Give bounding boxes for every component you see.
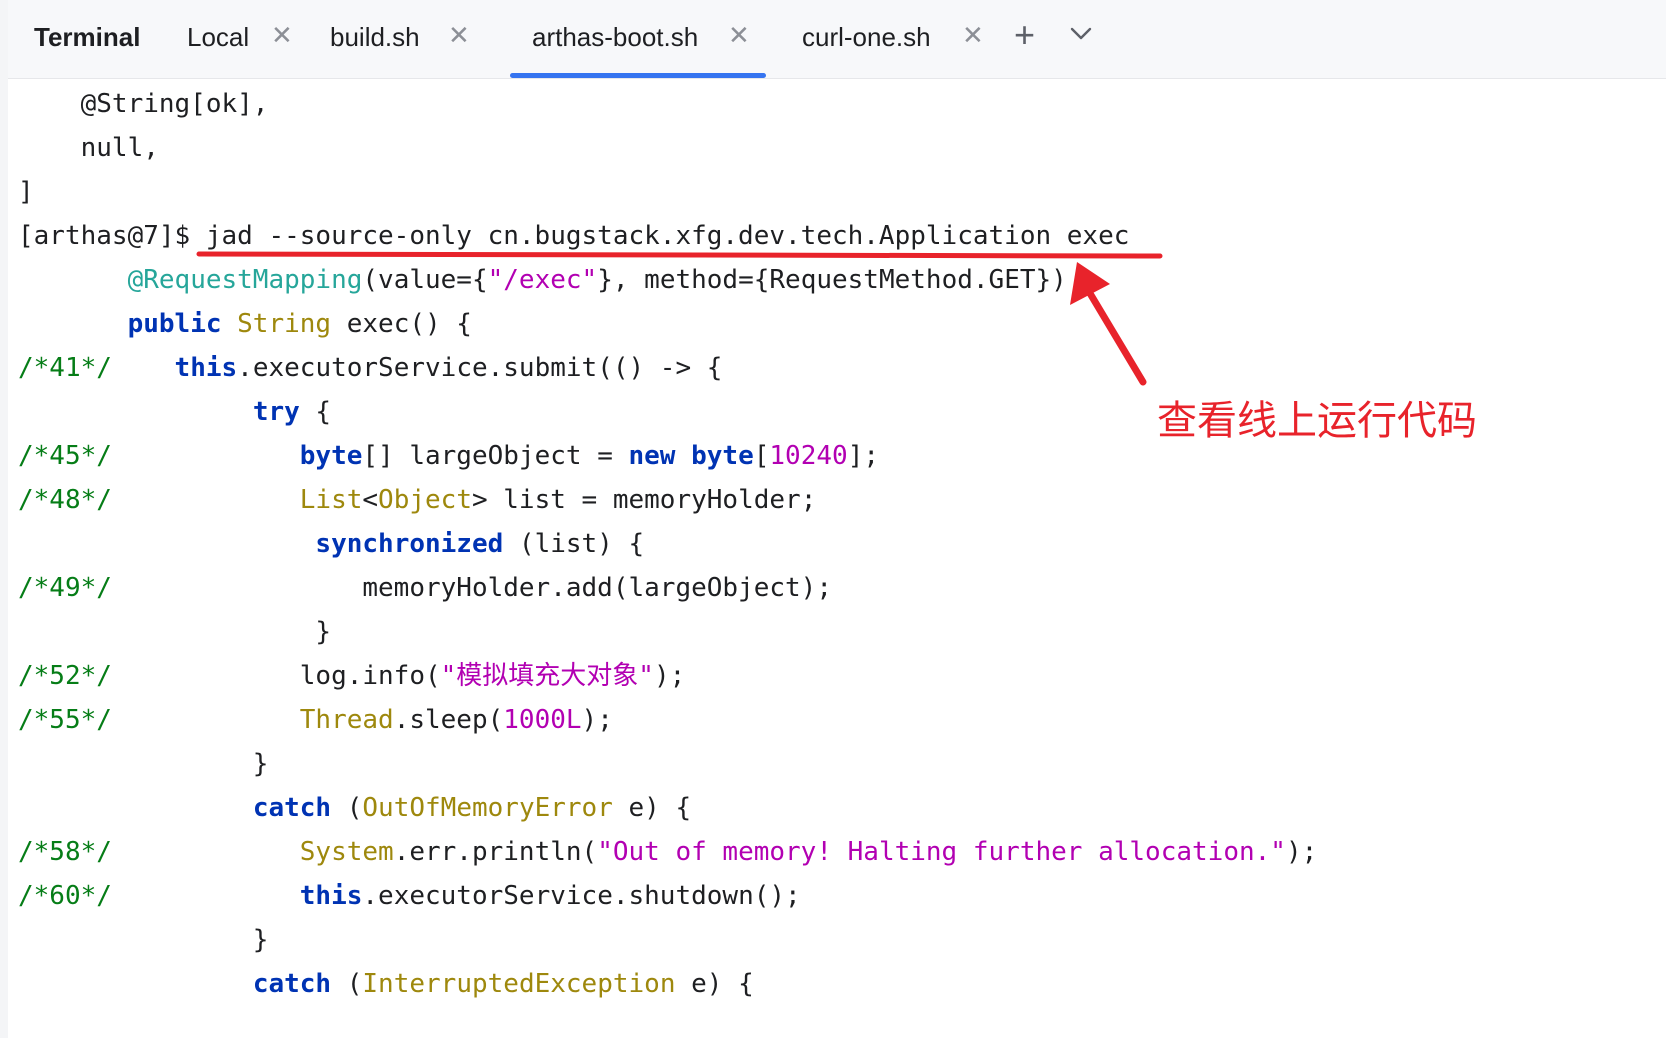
- underline-annotation: [196, 251, 1163, 259]
- annotation-label: 查看线上运行代码: [1157, 398, 1477, 444]
- annotation-overlay: [196, 251, 1163, 386]
- arrow-annotation-icon: [1084, 286, 1147, 386]
